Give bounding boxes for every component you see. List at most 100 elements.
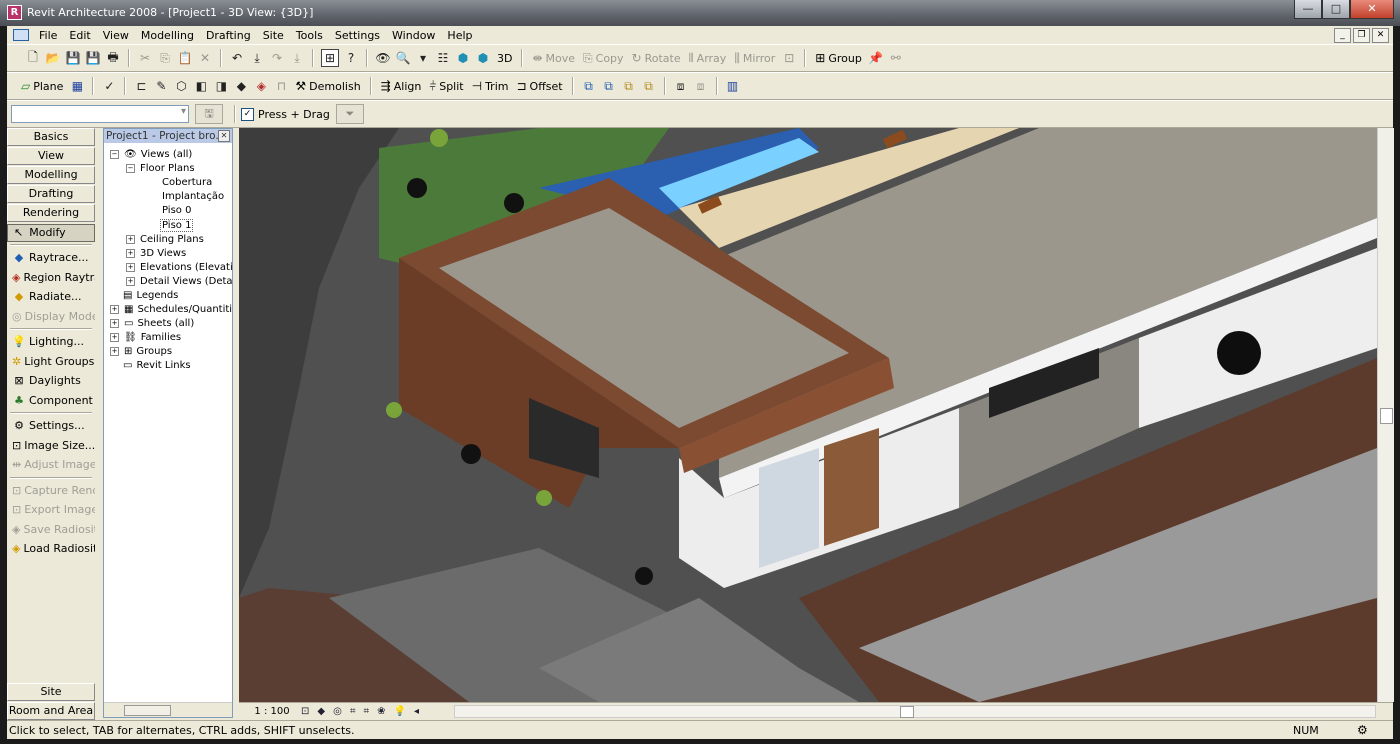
pin-icon[interactable]: 📌 <box>868 50 884 66</box>
mdi-minimize-button[interactable]: _ <box>1334 28 1351 43</box>
redo-dropdown-icon[interactable]: ⤓ <box>289 50 305 66</box>
menu-help[interactable]: Help <box>441 29 478 42</box>
crop-region-icon[interactable]: ⌗ <box>350 706 356 717</box>
scroll-thumb[interactable] <box>1380 408 1393 424</box>
tree-sheets[interactable]: + ▭ Sheets (all) <box>110 318 194 329</box>
expand-icon[interactable]: + <box>110 333 119 342</box>
offset-button[interactable]: ⊐ Offset <box>516 79 562 93</box>
join-geometry-icon[interactable]: ◨ <box>213 78 229 94</box>
tab-view[interactable]: View <box>7 147 95 165</box>
tab-drafting[interactable]: Drafting <box>7 185 95 203</box>
model-graphics-style-icon[interactable]: ◆ <box>317 706 325 717</box>
menu-view[interactable]: View <box>97 29 135 42</box>
image-size-item[interactable]: ⊡ Image Size... <box>7 436 95 456</box>
demolish-button[interactable]: ⚒ Demolish <box>295 79 360 93</box>
temporary-hide-icon[interactable]: ❀ <box>377 706 385 717</box>
expand-icon[interactable]: + <box>110 319 119 328</box>
menu-site[interactable]: Site <box>257 29 290 42</box>
link-icon[interactable]: ⚯ <box>888 50 904 66</box>
tree-implantacao[interactable]: Implantação <box>162 191 224 202</box>
menu-tools[interactable]: Tools <box>290 29 329 42</box>
hide-isolate-icon[interactable]: ☷ <box>435 50 451 66</box>
copy-level-icon[interactable]: ⧉ <box>621 78 637 94</box>
menu-modelling[interactable]: Modelling <box>135 29 200 42</box>
tree-floor-plans[interactable]: − Floor Plans <box>126 163 195 174</box>
cut-icon[interactable]: ✂ <box>137 50 153 66</box>
thin-lines-icon[interactable]: ⊞ <box>321 49 339 67</box>
undo-icon[interactable]: ↶ <box>229 50 245 66</box>
expand-icon[interactable]: + <box>126 235 135 244</box>
open-icon[interactable]: 📂 <box>45 50 61 66</box>
lighting-item[interactable]: 💡 Lighting... <box>7 332 95 352</box>
minimize-button[interactable]: — <box>1294 0 1322 19</box>
menu-settings[interactable]: Settings <box>329 29 386 42</box>
modify-button[interactable]: ↖ Modify <box>7 224 95 242</box>
type-selector-combo[interactable] <box>11 105 189 123</box>
mirror-button[interactable]: ⫼ Mirror <box>734 51 775 66</box>
scroll-thumb[interactable] <box>900 706 914 718</box>
tab-site[interactable]: Site <box>7 683 95 701</box>
tree-legends[interactable]: ▤ Legends <box>123 290 178 301</box>
expand-icon[interactable]: + <box>126 249 135 258</box>
delete-icon[interactable]: ✕ <box>197 50 213 66</box>
expand-icon[interactable]: + <box>126 277 135 286</box>
expand-icon[interactable]: + <box>110 305 119 314</box>
tree-3d-views[interactable]: +3D Views <box>126 248 186 259</box>
linework-icon[interactable]: ⧈ <box>673 78 689 94</box>
properties-button[interactable]: 🖫 <box>195 104 223 124</box>
group-button[interactable]: ⊞ Group <box>815 51 862 65</box>
close-button[interactable]: ✕ <box>1350 0 1394 19</box>
split-face-icon[interactable]: ◧ <box>193 78 209 94</box>
whats-this-help-icon[interactable]: ? <box>343 50 359 66</box>
3d-view-button[interactable]: 3D <box>497 52 512 65</box>
menu-file[interactable]: File <box>33 29 63 42</box>
undo-dropdown-icon[interactable]: ⤓ <box>249 50 265 66</box>
daylights-item[interactable]: ⊠ Daylights <box>7 371 95 391</box>
paste-level-icon[interactable]: ⧉ <box>641 78 657 94</box>
tree-families[interactable]: + ⛓ Families <box>110 332 181 343</box>
load-radiosity-item[interactable]: ◈Load Radiosity <box>7 539 95 559</box>
adjust-image-item[interactable]: ⇹Adjust Image... <box>7 455 95 475</box>
raytrace-item[interactable]: ◆ Raytrace... <box>7 248 95 268</box>
paste-aligned-icon[interactable]: ⧉ <box>601 78 617 94</box>
array-button[interactable]: ⫴ Array <box>689 51 727 66</box>
zoom-icon[interactable]: 🔍 <box>395 50 411 66</box>
dynamic-view-icon[interactable]: ⬢ <box>455 50 471 66</box>
wall-joins-icon[interactable]: ⊓ <box>273 78 289 94</box>
tree-ceiling-plans[interactable]: + Ceiling Plans <box>126 234 204 245</box>
component-item[interactable]: ♣ Component <box>7 391 95 411</box>
close-browser-icon[interactable]: ✕ <box>218 130 230 142</box>
render-settings-item[interactable]: ⚙ Settings... <box>7 416 95 436</box>
print-icon[interactable]: 🖶 <box>105 50 121 66</box>
document-icon[interactable] <box>13 29 29 41</box>
walkthrough-icon[interactable]: 👁 <box>375 50 391 66</box>
tab-room-and-area[interactable]: Room and Area <box>7 702 95 720</box>
tree-schedules[interactable]: + ▦ Schedules/Quantities <box>110 304 232 315</box>
trim-button[interactable]: ⊣ Trim <box>472 79 509 93</box>
save-all-icon[interactable]: 💾 <box>85 50 101 66</box>
menu-window[interactable]: Window <box>386 29 441 42</box>
cut-geometry-icon[interactable]: ◆ <box>233 78 249 94</box>
save-icon[interactable]: 💾 <box>65 50 81 66</box>
split-button[interactable]: ⫩ Split <box>429 79 463 94</box>
tab-rendering[interactable]: Rendering <box>7 204 95 222</box>
schedule-icon[interactable]: ▥ <box>725 78 741 94</box>
paste-icon[interactable]: 📋 <box>177 50 193 66</box>
paint-icon[interactable]: ⬡ <box>173 78 189 94</box>
tab-basics[interactable]: Basics <box>7 128 95 146</box>
rotate-button[interactable]: ↻ Rotate <box>632 51 681 65</box>
maximize-button[interactable]: □ <box>1322 0 1350 19</box>
render-icon[interactable]: 💡 <box>394 706 406 717</box>
copy-to-clipboard-icon[interactable]: ⧉ <box>581 78 597 94</box>
tree-piso-1[interactable]: Piso 1 <box>160 219 194 232</box>
copy-button[interactable]: ⎘ Copy <box>583 51 624 66</box>
work-plane-button[interactable]: ▱ Plane <box>21 79 63 93</box>
viewport-vertical-scrollbar[interactable] <box>1377 128 1394 702</box>
copy-icon[interactable]: ⎘ <box>157 50 173 66</box>
browser-horizontal-scrollbar[interactable] <box>104 702 232 717</box>
mdi-close-button[interactable]: ✕ <box>1372 28 1389 43</box>
resize-icon[interactable]: ⊡ <box>781 50 797 66</box>
tree-cobertura[interactable]: Cobertura <box>162 177 212 188</box>
tree-detail-views[interactable]: + Detail Views (Detail <box>126 276 232 287</box>
zoom-dropdown-icon[interactable]: ▾ <box>415 50 431 66</box>
